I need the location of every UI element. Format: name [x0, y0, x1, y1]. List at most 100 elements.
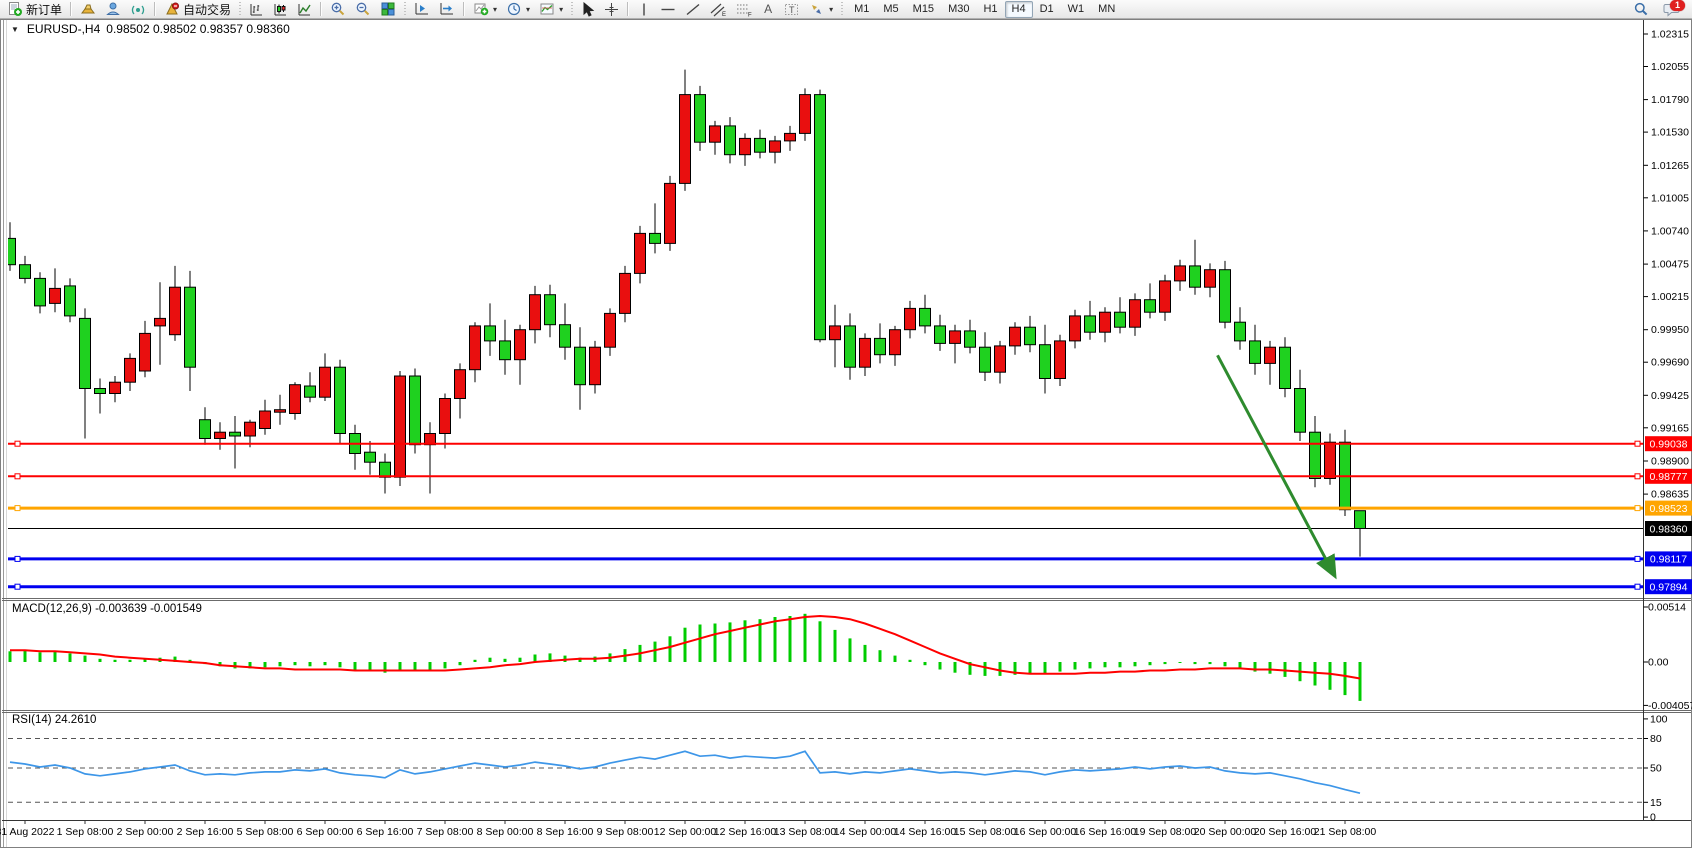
autotrade-button[interactable]: 自动交易	[160, 1, 235, 18]
timeframe-m5-button[interactable]: M5	[876, 1, 905, 18]
zoom-out-button[interactable]	[351, 1, 375, 18]
timeframe-m1-button[interactable]: M1	[847, 1, 876, 18]
notifications-button[interactable]: 1	[1661, 1, 1681, 18]
gold-bar-icon	[80, 1, 96, 17]
svg-text:1.00475: 1.00475	[1651, 259, 1689, 271]
trendline-tool-button[interactable]	[681, 1, 705, 18]
community-person-icon	[105, 1, 121, 17]
toolbar-right-group: 1	[1629, 1, 1689, 18]
toolbar-separator	[320, 2, 322, 16]
svg-text:21 Sep 08:00: 21 Sep 08:00	[1314, 826, 1377, 838]
arrows-tool-button[interactable]: ▾	[805, 1, 837, 18]
price-level-label: 0.97894	[1645, 579, 1692, 594]
timeframe-d1-button[interactable]: D1	[1033, 1, 1061, 18]
chart-forward-button[interactable]	[410, 1, 434, 18]
fibonacci-tool-button[interactable]: F	[732, 1, 757, 18]
timeframe-m15-button[interactable]: M15	[906, 1, 941, 18]
svg-text:100: 100	[1650, 713, 1668, 725]
arrows-shapes-icon	[809, 2, 825, 17]
line-chart-mode-button[interactable]	[293, 1, 316, 18]
toolbar-drag-handle[interactable]	[840, 2, 844, 16]
periods-button[interactable]: ▾	[502, 1, 534, 18]
toolbar-drag-handle[interactable]	[570, 2, 574, 16]
toolbar: 新订单 自动交易	[0, 0, 1692, 19]
svg-text:1.01790: 1.01790	[1651, 94, 1689, 106]
svg-text:0.98900: 0.98900	[1651, 456, 1689, 468]
signals-button[interactable]	[126, 1, 150, 18]
toolbar-separator	[70, 2, 72, 16]
svg-text:31 Aug 2022: 31 Aug 2022	[0, 826, 55, 838]
svg-text:19 Sep 08:00: 19 Sep 08:00	[1134, 826, 1197, 838]
svg-text:0.98523: 0.98523	[1650, 503, 1688, 515]
tile-windows-button[interactable]	[376, 1, 400, 18]
toolbar-drag-handle[interactable]	[403, 2, 407, 16]
svg-text:14 Sep 00:00: 14 Sep 00:00	[834, 826, 897, 838]
svg-text:7 Sep 08:00: 7 Sep 08:00	[417, 826, 474, 838]
crosshair-tool-button[interactable]	[600, 1, 623, 18]
candlestick-chart-icon	[273, 2, 288, 17]
dropdown-arrow-icon: ▾	[526, 5, 530, 14]
timeframe-h4-button[interactable]: H4	[1005, 1, 1033, 18]
svg-text:1.01005: 1.01005	[1651, 192, 1689, 204]
svg-text:0.98117: 0.98117	[1650, 554, 1687, 566]
svg-text:0.99038: 0.99038	[1650, 439, 1688, 451]
price-axis: 1.02315 1.02055 1.01790 1.01530 1.01265 …	[1644, 29, 1690, 501]
crosshair-icon	[604, 2, 619, 17]
search-button[interactable]	[1629, 1, 1653, 18]
bar-chart-mode-button[interactable]	[245, 1, 268, 18]
fibonacci-icon: F	[736, 2, 753, 17]
collapse-caret-icon[interactable]: ▼	[11, 25, 19, 34]
timeframe-m30-button[interactable]: M30	[941, 1, 976, 18]
cursor-tool-button[interactable]	[577, 1, 599, 18]
price-level-label: 0.98117	[1645, 551, 1692, 566]
new-order-button[interactable]: 新订单	[3, 1, 66, 18]
svg-text:20 Sep 16:00: 20 Sep 16:00	[1254, 826, 1317, 838]
candlestick-mode-button[interactable]	[269, 1, 292, 18]
deposit-button[interactable]	[76, 1, 100, 18]
signals-broadcast-icon	[130, 1, 146, 17]
community-button[interactable]	[101, 1, 125, 18]
text-tool-button[interactable]: A	[758, 1, 778, 18]
notification-badge: 1	[1670, 0, 1685, 11]
svg-text:2 Sep 00:00: 2 Sep 00:00	[117, 826, 174, 838]
svg-text:1.02055: 1.02055	[1651, 61, 1689, 73]
svg-text:9 Sep 08:00: 9 Sep 08:00	[597, 826, 654, 838]
line-chart-icon	[297, 2, 312, 17]
channel-tool-button[interactable]: E	[706, 1, 731, 18]
svg-text:6 Sep 16:00: 6 Sep 16:00	[357, 826, 414, 838]
timeframe-w1-button[interactable]: W1	[1061, 1, 1092, 18]
dropdown-arrow-icon: ▾	[559, 5, 563, 14]
cursor-arrow-icon	[581, 2, 595, 17]
svg-text:0.99165: 0.99165	[1651, 422, 1689, 434]
svg-text:1.02315: 1.02315	[1651, 29, 1689, 41]
svg-text:0.98777: 0.98777	[1650, 471, 1688, 483]
chart-shift-button[interactable]	[435, 1, 459, 18]
chart-canvas[interactable]: 1.02315 1.02055 1.01790 1.01530 1.01265 …	[0, 0, 1692, 848]
svg-text:20 Sep 00:00: 20 Sep 00:00	[1194, 826, 1257, 838]
svg-text:1 Sep 08:00: 1 Sep 08:00	[57, 826, 114, 838]
svg-text:0.97894: 0.97894	[1650, 582, 1688, 594]
dropdown-arrow-icon: ▾	[493, 5, 497, 14]
svg-text:F: F	[748, 12, 752, 17]
indicators-icon	[473, 1, 489, 17]
svg-text:8 Sep 16:00: 8 Sep 16:00	[537, 826, 594, 838]
new-order-label: 新订单	[26, 1, 62, 18]
label-tool-button[interactable]: T	[779, 1, 804, 18]
timeframe-mn-button[interactable]: MN	[1091, 1, 1122, 18]
svg-text:0.98635: 0.98635	[1651, 489, 1689, 501]
timeframe-h1-button[interactable]: H1	[976, 1, 1004, 18]
zoom-out-icon	[355, 1, 371, 17]
search-icon	[1633, 1, 1649, 17]
vertical-line-tool-button[interactable]	[633, 1, 655, 18]
svg-text:0.00: 0.00	[1648, 657, 1669, 669]
svg-text:0.99950: 0.99950	[1651, 324, 1689, 336]
indicators-button[interactable]: ▾	[469, 1, 501, 18]
chart-shift-icon	[439, 1, 455, 17]
horizontal-line-icon	[660, 2, 676, 17]
toolbar-drag-handle[interactable]	[238, 2, 242, 16]
svg-text:-0.004057: -0.004057	[1648, 700, 1692, 712]
zoom-in-button[interactable]	[326, 1, 350, 18]
macd-indicator-label: MACD(12,26,9) -0.003639 -0.001549	[12, 603, 202, 615]
horizontal-line-tool-button[interactable]	[656, 1, 680, 18]
templates-button[interactable]: ▾	[535, 1, 567, 18]
